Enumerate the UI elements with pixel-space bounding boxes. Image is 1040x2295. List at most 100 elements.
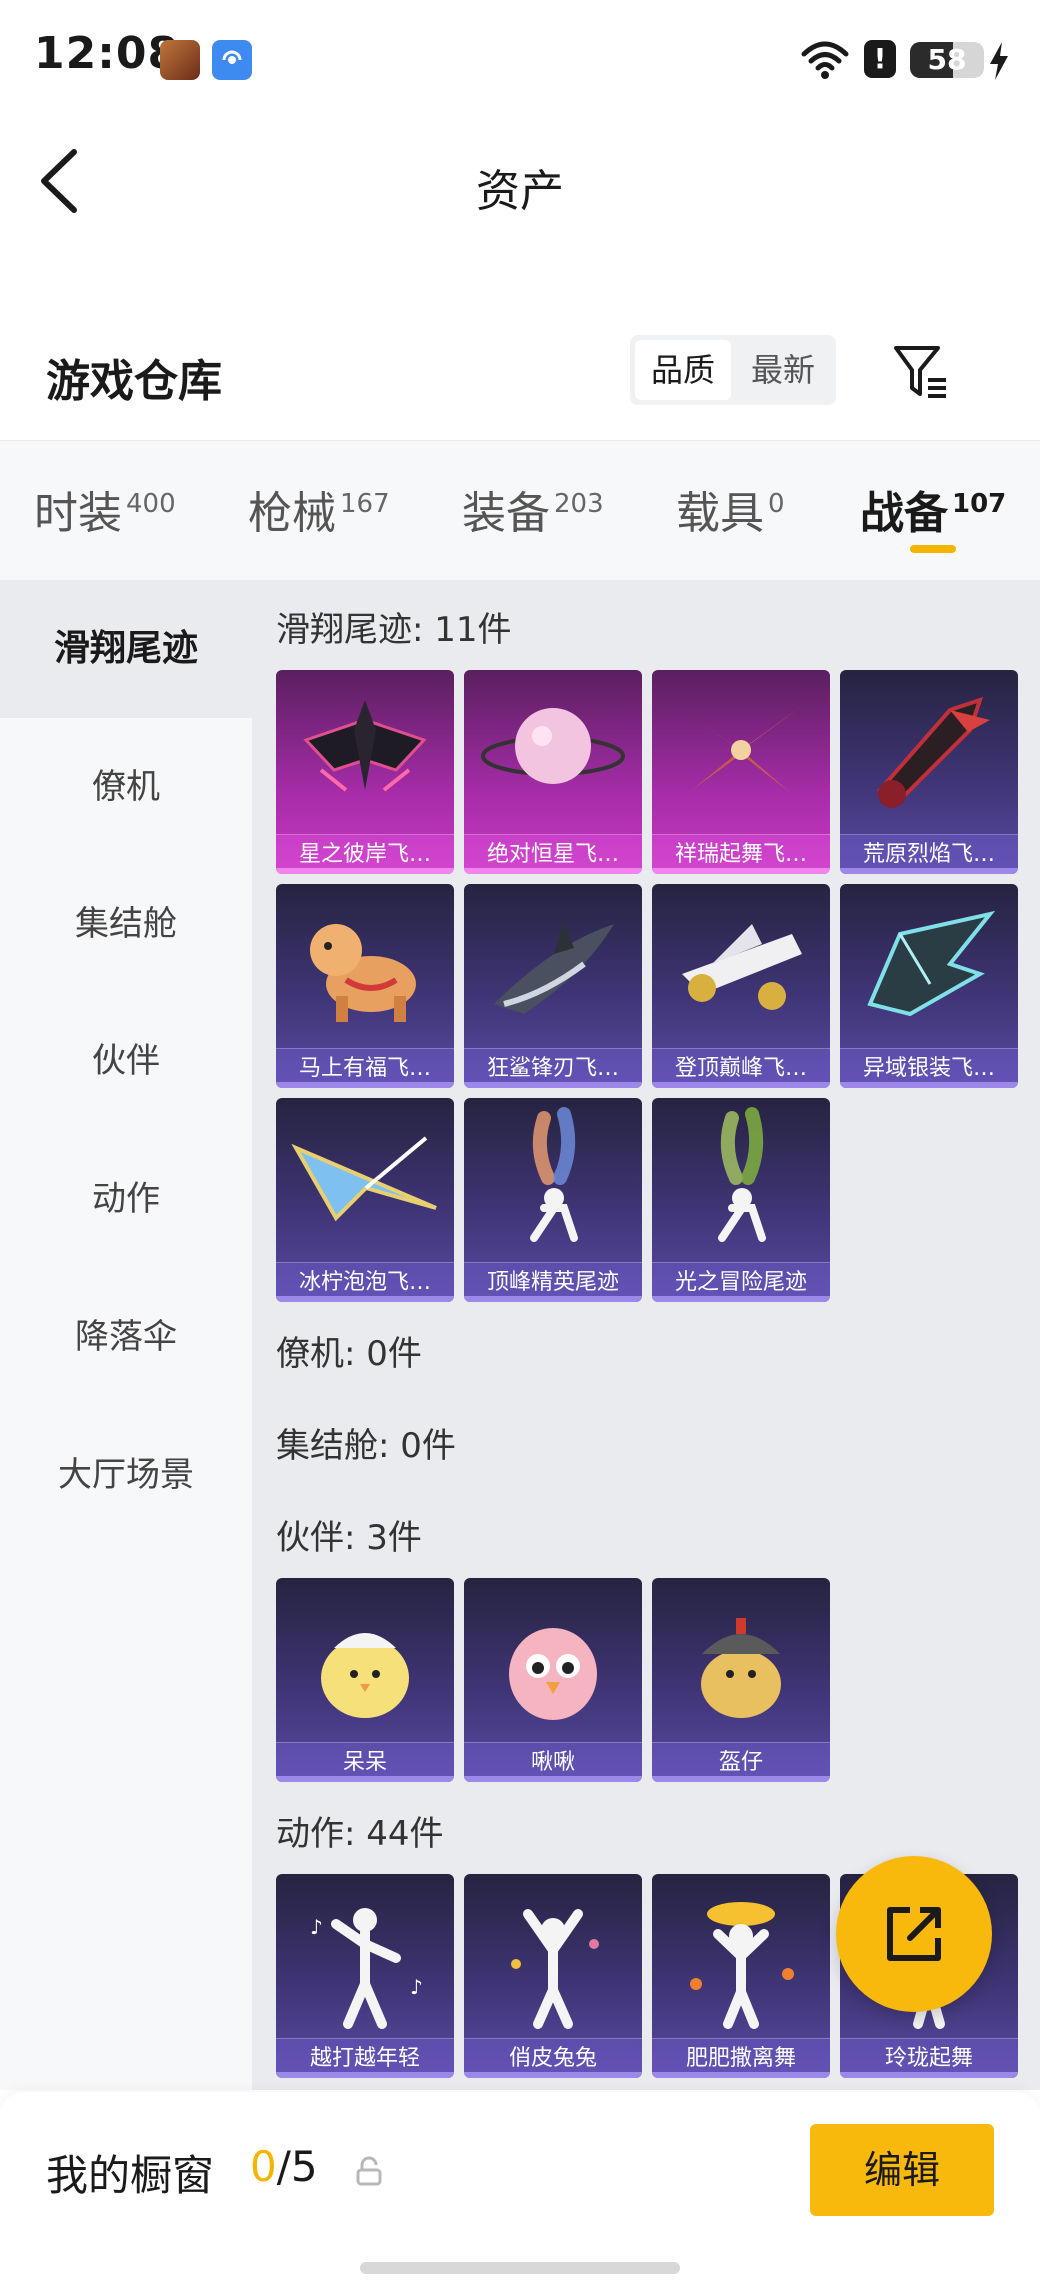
sparkle-dance-icon <box>690 1902 794 2029</box>
status-bar: 12:08 ! 58 <box>0 0 1040 120</box>
svg-text:♪: ♪ <box>310 1915 323 1939</box>
tab-count: 107 <box>952 489 1007 519</box>
tab-weapons[interactable]: 枪械 167 <box>248 477 390 541</box>
share-button[interactable] <box>836 1856 992 2012</box>
shark-glider-icon <box>494 920 614 1014</box>
battery-level: 58 <box>927 43 967 76</box>
warehouse-title: 游戏仓库 <box>46 356 222 407</box>
rarity-strip <box>840 1082 1018 1088</box>
sidebar-item-glide-trail[interactable]: 滑翔尾迹 <box>0 580 252 718</box>
rarity-strip <box>464 1776 642 1782</box>
home-indicator[interactable] <box>360 2262 680 2274</box>
lock-icon <box>356 2156 382 2186</box>
wifi-icon <box>801 41 849 79</box>
pink-bird-icon <box>509 1628 597 1720</box>
item-card[interactable]: 异域银装飞… <box>840 884 1018 1088</box>
sidebar-item-emote[interactable]: 动作 <box>0 1130 252 1268</box>
item-card[interactable]: ♪ ♪ 越打越年轻 <box>276 1874 454 2078</box>
horse-toy-icon <box>310 924 416 1022</box>
chick-icon <box>321 1633 409 1718</box>
sidebar: 滑翔尾迹 僚机 集结舱 伙伴 动作 降落伞 大厅场景 <box>0 580 252 2090</box>
item-card[interactable]: 肥肥撒离舞 <box>652 1874 830 2078</box>
tab-count: 0 <box>768 489 785 519</box>
rarity-strip <box>276 1776 454 1782</box>
category-tabs: 时装 400 枪械 167 装备 203 载具 0 战备 107 <box>0 440 1040 580</box>
rarity-strip <box>464 1296 642 1302</box>
white-jet-icon <box>682 924 802 1010</box>
sort-latest-button[interactable]: 最新 <box>735 340 831 400</box>
item-card[interactable]: 俏皮兔兔 <box>464 1874 642 2078</box>
active-tab-indicator <box>910 545 956 553</box>
item-card[interactable]: 马上有福飞… <box>276 884 454 1088</box>
item-card[interactable]: 冰柠泡泡飞… <box>276 1098 454 1302</box>
section-title: 僚机: 0件 <box>276 1334 422 1374</box>
signal-app-icon <box>212 40 252 80</box>
item-card[interactable]: 盔仔 <box>652 1578 830 1782</box>
section-title: 动作: 44件 <box>276 1814 444 1854</box>
item-card[interactable]: 顶峰精英尾迹 <box>464 1098 642 1302</box>
filter-icon[interactable] <box>890 342 950 402</box>
page-title: 资产 <box>476 166 564 217</box>
item-card[interactable]: 星之彼岸飞… <box>276 670 454 874</box>
sidebar-item-wingman[interactable]: 僚机 <box>0 718 252 856</box>
rarity-strip <box>652 2072 830 2078</box>
edit-button[interactable]: 编辑 <box>810 2124 994 2216</box>
battery-icon: 58 <box>910 42 984 78</box>
item-card[interactable]: 狂鲨锋刃飞… <box>464 884 642 1088</box>
tab-count: 400 <box>126 489 176 519</box>
showcase-label: 我的橱窗 <box>46 2151 215 2200</box>
showcase-used: 0 <box>250 2142 277 2191</box>
rarity-strip <box>276 868 454 874</box>
tab-count: 203 <box>554 489 604 519</box>
section-title: 伙伴: 3件 <box>276 1518 422 1558</box>
tab-vehicles[interactable]: 载具 0 <box>676 477 785 541</box>
tab-label: 战备 <box>860 488 948 539</box>
tab-label: 枪械 <box>248 488 336 539</box>
rarity-strip <box>652 1082 830 1088</box>
tab-label: 载具 <box>676 488 764 539</box>
sort-quality-button[interactable]: 品质 <box>635 340 731 400</box>
rarity-strip <box>276 1082 454 1088</box>
showcase-total: /5 <box>276 2142 318 2191</box>
rarity-strip <box>464 2072 642 2078</box>
dark-glider-icon <box>303 700 427 792</box>
rarity-strip <box>276 1296 454 1302</box>
paper-plane-icon <box>291 1136 437 1222</box>
alert-icon: ! <box>864 40 896 78</box>
tab-fashion[interactable]: 时装 400 <box>34 477 176 541</box>
item-card[interactable]: 祥瑞起舞飞… <box>652 670 830 874</box>
share-external-icon <box>887 1907 941 1961</box>
section-title: 集结舱: 0件 <box>276 1426 456 1466</box>
silver-wing-icon <box>867 910 996 1017</box>
tab-count: 167 <box>340 489 390 519</box>
tab-combat-gear[interactable]: 战备 107 <box>860 477 1006 541</box>
charging-bolt-icon <box>990 42 1008 80</box>
green-smoke-trail-icon <box>718 1107 766 1242</box>
item-card[interactable]: 啾啾 <box>464 1578 642 1782</box>
tab-label: 装备 <box>462 488 550 539</box>
item-card[interactable]: 荒原烈焰飞… <box>840 670 1018 874</box>
item-card[interactable]: 绝对恒星飞… <box>464 670 642 874</box>
flame-glider-icon <box>876 696 990 808</box>
status-time: 12:08 <box>34 28 180 79</box>
item-card[interactable]: 光之冒险尾迹 <box>652 1098 830 1302</box>
dance-pose-icon: ♪ ♪ <box>310 1908 423 2029</box>
sidebar-item-lobby-scene[interactable]: 大厅场景 <box>0 1406 252 1544</box>
pink-planet-icon <box>481 708 625 784</box>
rarity-strip <box>840 2072 1018 2078</box>
rarity-strip <box>464 1082 642 1088</box>
rarity-strip <box>276 2072 454 2078</box>
tab-label: 时装 <box>34 488 122 539</box>
tab-equipment[interactable]: 装备 203 <box>462 477 604 541</box>
item-card[interactable]: 登顶巅峰飞… <box>652 884 830 1088</box>
sidebar-item-companion[interactable]: 伙伴 <box>0 992 252 1130</box>
smoke-trail-icon <box>530 1107 578 1242</box>
helmet-chick-icon <box>701 1618 781 1718</box>
svg-text:♪: ♪ <box>410 1975 423 1999</box>
item-card[interactable]: 呆呆 <box>276 1578 454 1782</box>
rarity-strip <box>464 868 642 874</box>
sidebar-item-assembly-pod[interactable]: 集结舱 <box>0 855 252 993</box>
showcase-count: 0/5 <box>250 2142 318 2191</box>
game-app-icon <box>160 40 200 80</box>
sidebar-item-parachute[interactable]: 降落伞 <box>0 1268 252 1406</box>
